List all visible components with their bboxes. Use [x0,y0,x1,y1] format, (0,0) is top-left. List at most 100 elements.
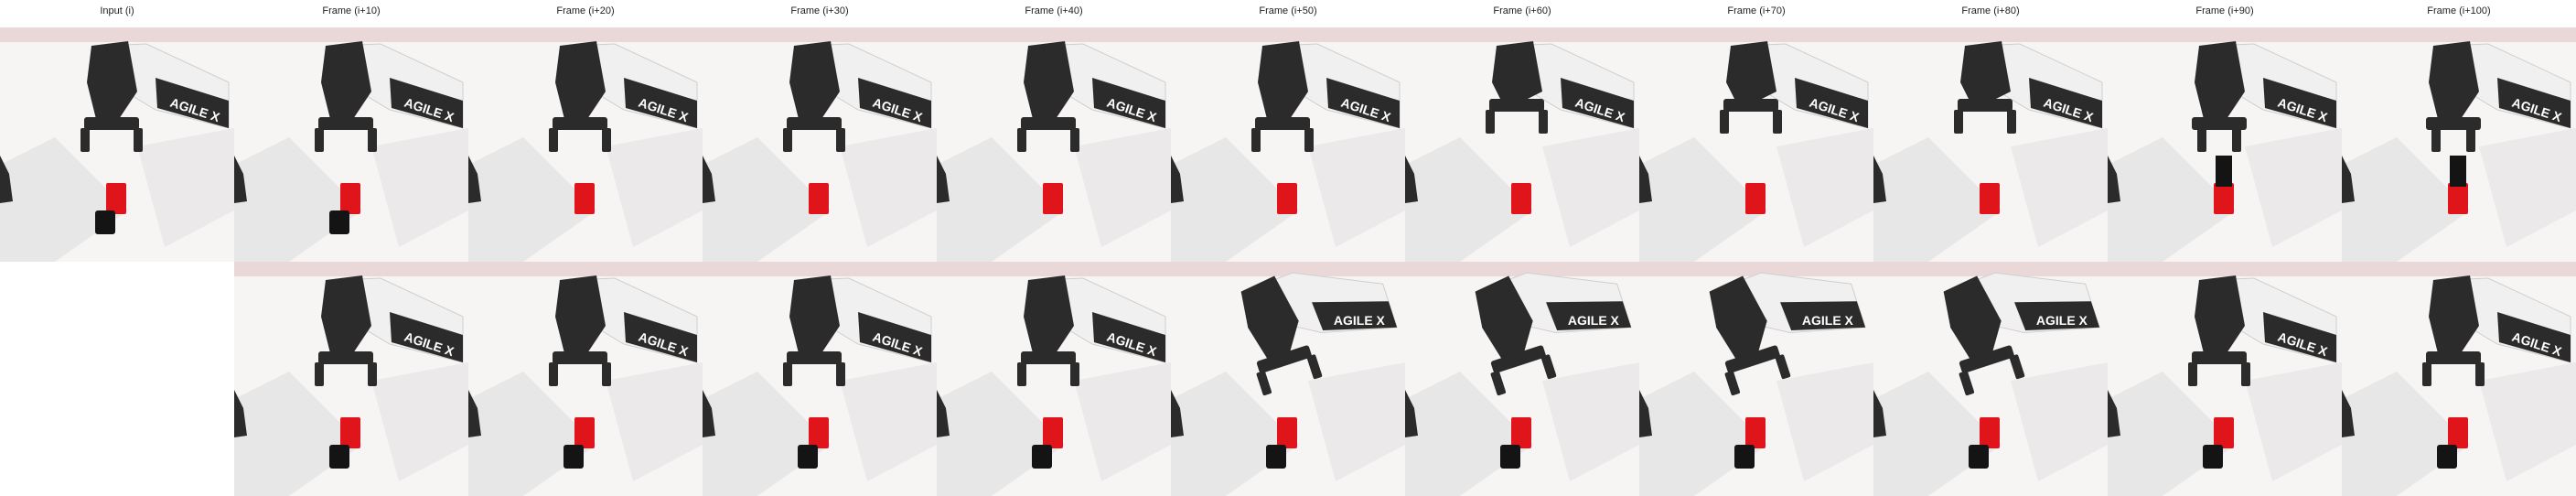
gripper-finger [2197,128,2206,152]
gripper-finger [2241,362,2250,386]
gripper-finger [1720,110,1729,134]
gripper-finger [1251,128,1261,152]
video-frame: AGILE X [234,27,468,262]
red-cube [574,183,595,214]
wall-band [2108,27,2342,42]
gripper-palm [2192,351,2247,364]
video-frame: AGILE X [937,27,1171,262]
red-cube [2214,417,2234,448]
arm-logo-text: AGILE X [2036,313,2088,328]
video-frame: AGILE X [0,27,234,262]
gripper-finger [602,128,611,152]
arm-wrist [1726,41,1776,101]
gripper-finger [2431,128,2441,152]
gripper-finger [80,128,90,152]
gripper-finger [836,128,845,152]
video-frame: AGILE X [1639,27,1873,262]
empty-cell [0,262,234,496]
red-cube [340,183,360,214]
gripper-finger [1539,110,1548,134]
video-frame: AGILE X [937,262,1171,496]
wall-band [1873,27,2108,42]
video-frame: AGILE X [2108,27,2342,262]
black-block [2437,445,2457,469]
column-label: Frame (i+60) [1493,5,1551,16]
gripper-palm [84,117,139,130]
gripper-finger [783,362,792,386]
gripper-finger [2007,110,2016,134]
gripper-finger [1773,110,1782,134]
wall-band [2108,262,2342,276]
gripper-palm [787,351,842,364]
wall-band [2342,262,2576,276]
gripper-finger [2232,128,2241,152]
black-block [798,445,818,469]
wall-band [234,27,468,42]
wall-band [468,262,703,276]
red-cube [2448,183,2468,214]
column-label: Frame (i+30) [790,5,849,16]
arm-logo-text: AGILE X [1802,313,1854,328]
wall-band [937,27,1171,42]
gripper-finger [783,128,792,152]
video-frame: AGILE X [1873,27,2108,262]
gripper-finger [549,362,558,386]
red-cube [1043,417,1063,448]
black-block [329,445,349,469]
gripper-palm [2426,351,2481,364]
gripper-palm [787,117,842,130]
column-label: Frame (i+70) [1727,5,1786,16]
video-frame: AGILE X [2342,262,2576,496]
gripper-palm [1958,99,2012,112]
gripper-finger [2422,362,2431,386]
gripper-finger [1070,362,1079,386]
red-cube [809,417,829,448]
gripper-finger [549,128,558,152]
black-block [1969,445,1989,469]
arm-logo-text: AGILE X [1568,313,1620,328]
gripper-finger [1070,128,1079,152]
red-cube [809,183,829,214]
column-label: Frame (i+80) [1961,5,2020,16]
red-cube [2448,417,2468,448]
video-frame: AGILE X [468,27,703,262]
gripper-palm [318,351,373,364]
red-cube [2214,183,2234,214]
gripper-palm [1255,117,1310,130]
gripper-finger [315,128,324,152]
red-cube [574,417,595,448]
wall-band [703,262,937,276]
column-label: Frame (i+50) [1259,5,1317,16]
grasped-part [2216,156,2232,187]
red-cube [1511,183,1531,214]
gripper-finger [2475,362,2485,386]
gripper-finger [1017,362,1026,386]
column-label: Frame (i+40) [1025,5,1083,16]
video-frame: AGILE X [468,262,703,496]
video-frame: AGILE X [703,262,937,496]
red-cube [1043,183,1063,214]
gripper-palm [1021,117,1076,130]
video-frame: AGILE X [1405,27,1639,262]
gripper-finger [134,128,143,152]
black-block [1734,445,1755,469]
black-block [1266,445,1286,469]
wall-band [0,27,234,42]
red-cube [106,183,126,214]
arm-wrist [1960,41,2011,101]
wall-band [1171,27,1405,42]
red-cube [340,417,360,448]
grasped-part [2450,156,2466,187]
video-frame: AGILE X [1171,27,1405,262]
gripper-palm [1723,99,1778,112]
video-frame: AGILE X [1171,262,1405,496]
gripper-finger [368,128,377,152]
wall-band [937,262,1171,276]
gripper-palm [2426,117,2481,130]
gripper-finger [2466,128,2475,152]
gripper-palm [1489,99,1544,112]
gripper-palm [553,117,607,130]
gripper-finger [1954,110,1963,134]
wall-band [1639,27,1873,42]
gripper-finger [368,362,377,386]
